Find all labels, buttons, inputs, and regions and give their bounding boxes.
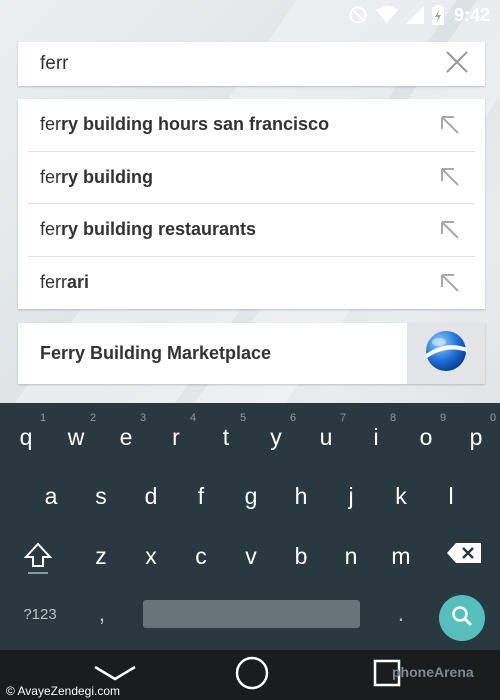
clear-button[interactable] <box>429 42 485 86</box>
key-z[interactable]: z <box>77 541 125 571</box>
key-m[interactable]: m <box>377 541 425 571</box>
shift-icon <box>23 542 53 580</box>
home-button[interactable] <box>222 650 282 700</box>
key-o[interactable]: o <box>402 422 450 452</box>
key-t[interactable]: t <box>202 422 250 452</box>
comma-key[interactable]: , <box>78 598 126 628</box>
key-l[interactable]: l <box>427 481 475 511</box>
search-key[interactable] <box>439 595 485 641</box>
key-f[interactable]: f <box>177 481 225 511</box>
key-a[interactable]: a <box>27 481 75 511</box>
google-earth-button[interactable] <box>407 323 485 384</box>
cell-signal-icon <box>405 6 424 24</box>
suggestion-text: ferry building hours san francisco <box>40 114 330 135</box>
suggestion-item[interactable]: ferry building <box>28 152 475 204</box>
suggestion-item[interactable]: ferrari <box>28 257 475 310</box>
key-v[interactable]: v <box>227 541 275 571</box>
google-earth-icon <box>423 328 469 379</box>
fill-query-arrow-icon[interactable] <box>425 167 475 187</box>
wifi-icon <box>375 6 398 24</box>
search-input[interactable] <box>40 53 429 75</box>
suggestion-text: ferry building restaurants <box>40 219 257 240</box>
key-h[interactable]: h <box>277 481 325 511</box>
key-r[interactable]: r <box>152 422 200 452</box>
symbols-key[interactable]: ?123 <box>12 600 68 630</box>
backspace-icon <box>446 543 482 569</box>
clock: 9:42 <box>453 4 490 25</box>
key-p[interactable]: p <box>452 422 500 452</box>
key-e[interactable]: e <box>102 422 150 452</box>
status-bar: 9:42 <box>0 0 500 30</box>
key-u[interactable]: u <box>302 422 350 452</box>
place-result-card[interactable]: Ferry Building Marketplace <box>18 323 485 384</box>
watermark-text: © AvayeZendegi.com <box>6 684 121 698</box>
space-key[interactable] <box>143 600 360 628</box>
place-name: Ferry Building Marketplace <box>40 343 272 363</box>
key-y[interactable]: y <box>252 422 300 452</box>
suggestion-list: ferry building hours san francisco ferry… <box>18 99 485 309</box>
close-icon <box>445 50 469 79</box>
key-d[interactable]: d <box>127 481 175 511</box>
shift-key[interactable] <box>14 541 62 582</box>
battery-icon <box>431 5 444 25</box>
key-i[interactable]: i <box>352 422 400 452</box>
do-not-disturb-icon <box>348 5 368 25</box>
watermark-logo: phoneArena <box>392 664 474 680</box>
backspace-key[interactable] <box>440 541 488 571</box>
search-bar[interactable] <box>18 42 485 86</box>
suggestion-item[interactable]: ferry building hours san francisco <box>28 99 475 152</box>
fill-query-arrow-icon[interactable] <box>425 273 475 293</box>
suggestion-item[interactable]: ferry building restaurants <box>28 204 475 257</box>
fill-query-arrow-icon[interactable] <box>425 220 475 240</box>
key-w[interactable]: w <box>52 422 100 452</box>
key-n[interactable]: n <box>327 541 375 571</box>
fill-query-arrow-icon[interactable] <box>425 115 475 135</box>
period-key[interactable]: . <box>377 598 425 628</box>
suggestion-text: ferry building <box>40 166 154 187</box>
key-s[interactable]: s <box>77 481 125 511</box>
key-g[interactable]: g <box>227 481 275 511</box>
search-icon <box>450 604 474 633</box>
key-c[interactable]: c <box>177 541 225 571</box>
home-circle-icon <box>234 655 270 696</box>
suggestion-text: ferrari <box>40 272 90 293</box>
key-j[interactable]: j <box>327 481 375 511</box>
key-x[interactable]: x <box>127 541 175 571</box>
key-b[interactable]: b <box>277 541 325 571</box>
key-q[interactable]: q <box>2 422 50 452</box>
key-k[interactable]: k <box>377 481 425 511</box>
